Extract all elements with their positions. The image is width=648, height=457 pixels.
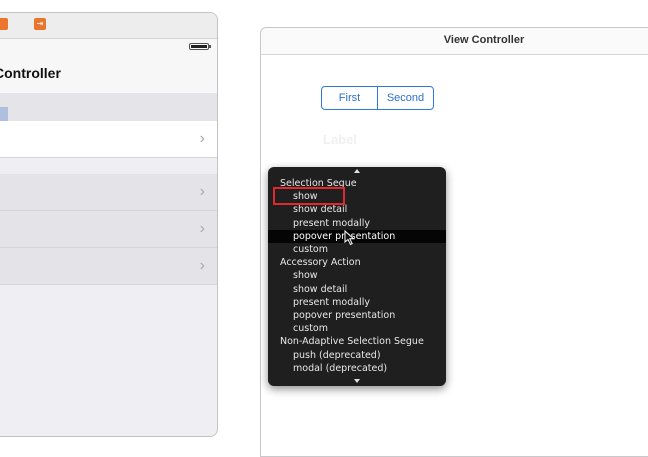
exit-icon[interactable]: ⇥	[34, 18, 46, 30]
table-view-controller-scene[interactable]: ⇥ Controller › › › ›	[0, 12, 218, 437]
nav-title: Controller	[0, 65, 61, 81]
menu-item[interactable]: present modally	[268, 217, 446, 230]
scene-title-bar: View Controller	[261, 28, 648, 55]
scene-dock: ⇥	[0, 13, 217, 39]
menu-item[interactable]: custom	[268, 322, 446, 335]
menu-section-header: Accessory Action	[280, 257, 361, 269]
menu-item[interactable]: popover presentation	[268, 229, 446, 243]
section-header	[0, 93, 217, 122]
menu-item[interactable]: show	[268, 269, 446, 282]
chevron-right-icon: ›	[199, 220, 205, 237]
segment-second[interactable]: Second	[377, 87, 433, 109]
scene-title: View Controller	[443, 34, 525, 46]
chevron-right-icon: ›	[199, 257, 205, 274]
table-cell[interactable]: ›	[0, 174, 217, 211]
segment-first[interactable]: First	[322, 87, 377, 109]
menu-section-header: Non-Adaptive Selection Segue	[280, 336, 424, 348]
menu-item[interactable]: present modally	[268, 296, 446, 309]
scroll-down-arrow-icon[interactable]	[354, 379, 360, 383]
menu-item[interactable]: push (deprecated)	[268, 349, 446, 362]
menu-item[interactable]: modal (deprecated)	[268, 362, 446, 375]
menu-item[interactable]: show detail	[268, 283, 446, 296]
scroll-up-arrow-icon[interactable]	[354, 169, 360, 173]
battery-icon	[189, 43, 211, 50]
menu-item[interactable]: show detail	[268, 203, 446, 216]
table-cell[interactable]: ›	[0, 248, 217, 285]
selection-indicator	[0, 107, 8, 121]
menu-item[interactable]: custom	[268, 243, 446, 256]
segmented-control[interactable]: First Second	[321, 86, 434, 110]
highlight-annotation	[273, 187, 345, 205]
chevron-right-icon: ›	[199, 130, 205, 147]
table-cell-selected[interactable]: ›	[0, 121, 217, 158]
view-controller-icon[interactable]	[0, 18, 8, 30]
table-cell[interactable]: ›	[0, 211, 217, 248]
placeholder-label: Label	[323, 132, 357, 147]
mouse-cursor-icon	[344, 230, 355, 246]
chevron-right-icon: ›	[199, 183, 205, 200]
menu-item[interactable]: popover presentation	[268, 309, 446, 322]
